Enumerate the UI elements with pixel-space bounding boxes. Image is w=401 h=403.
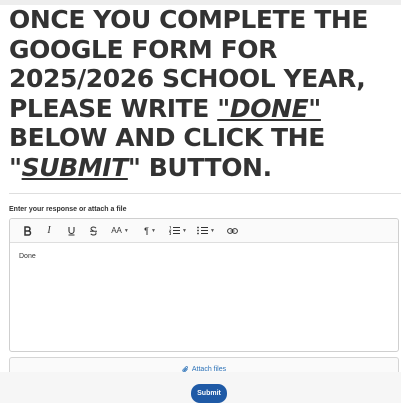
divider — [9, 193, 401, 194]
paragraph-icon: ¶ — [144, 225, 149, 236]
paragraph-dropdown[interactable]: ¶ ▼ — [136, 219, 164, 243]
numbered-list-dropdown[interactable]: ▼ — [164, 219, 192, 243]
bold-button[interactable] — [16, 219, 38, 243]
bold-icon — [23, 225, 31, 236]
numbered-list-icon — [169, 226, 181, 235]
numbered-list-caret-icon: ▼ — [182, 227, 187, 234]
response-text-area[interactable]: Done — [10, 243, 398, 270]
instructions-heading: ONCE YOU COMPLETE THE GOOGLE FORM FOR 20… — [9, 5, 401, 182]
response-label: Enter your response or attach a file — [9, 206, 127, 213]
strikethrough-button[interactable] — [82, 219, 104, 243]
editor-toolbar: I AA ▼ ¶ ▼ ▼ ▼ — [10, 219, 398, 243]
instructions-text-3: " BUTTON. — [127, 152, 272, 182]
instructions-submit-emphasis: SUBMIT — [21, 152, 129, 182]
rich-text-editor: I AA ▼ ¶ ▼ ▼ ▼ Done — [9, 218, 399, 352]
insert-link-button[interactable] — [220, 219, 244, 243]
submit-button[interactable]: Submit — [191, 384, 227, 403]
underline-button[interactable] — [60, 219, 82, 243]
underline-icon — [67, 226, 75, 236]
font-size-label: AA — [111, 226, 122, 235]
bullet-list-caret-icon: ▼ — [210, 227, 215, 234]
paragraph-caret-icon: ▼ — [150, 227, 156, 234]
italic-button[interactable]: I — [38, 219, 60, 243]
font-size-dropdown[interactable]: AA ▼ — [104, 219, 136, 243]
strikethrough-icon — [89, 225, 97, 236]
bullet-list-icon — [197, 226, 209, 235]
font-size-caret-icon: ▼ — [123, 227, 129, 234]
link-icon — [226, 227, 238, 234]
bullet-list-dropdown[interactable]: ▼ — [192, 219, 220, 243]
instructions-done-emphasis: "DONE" — [217, 93, 321, 123]
